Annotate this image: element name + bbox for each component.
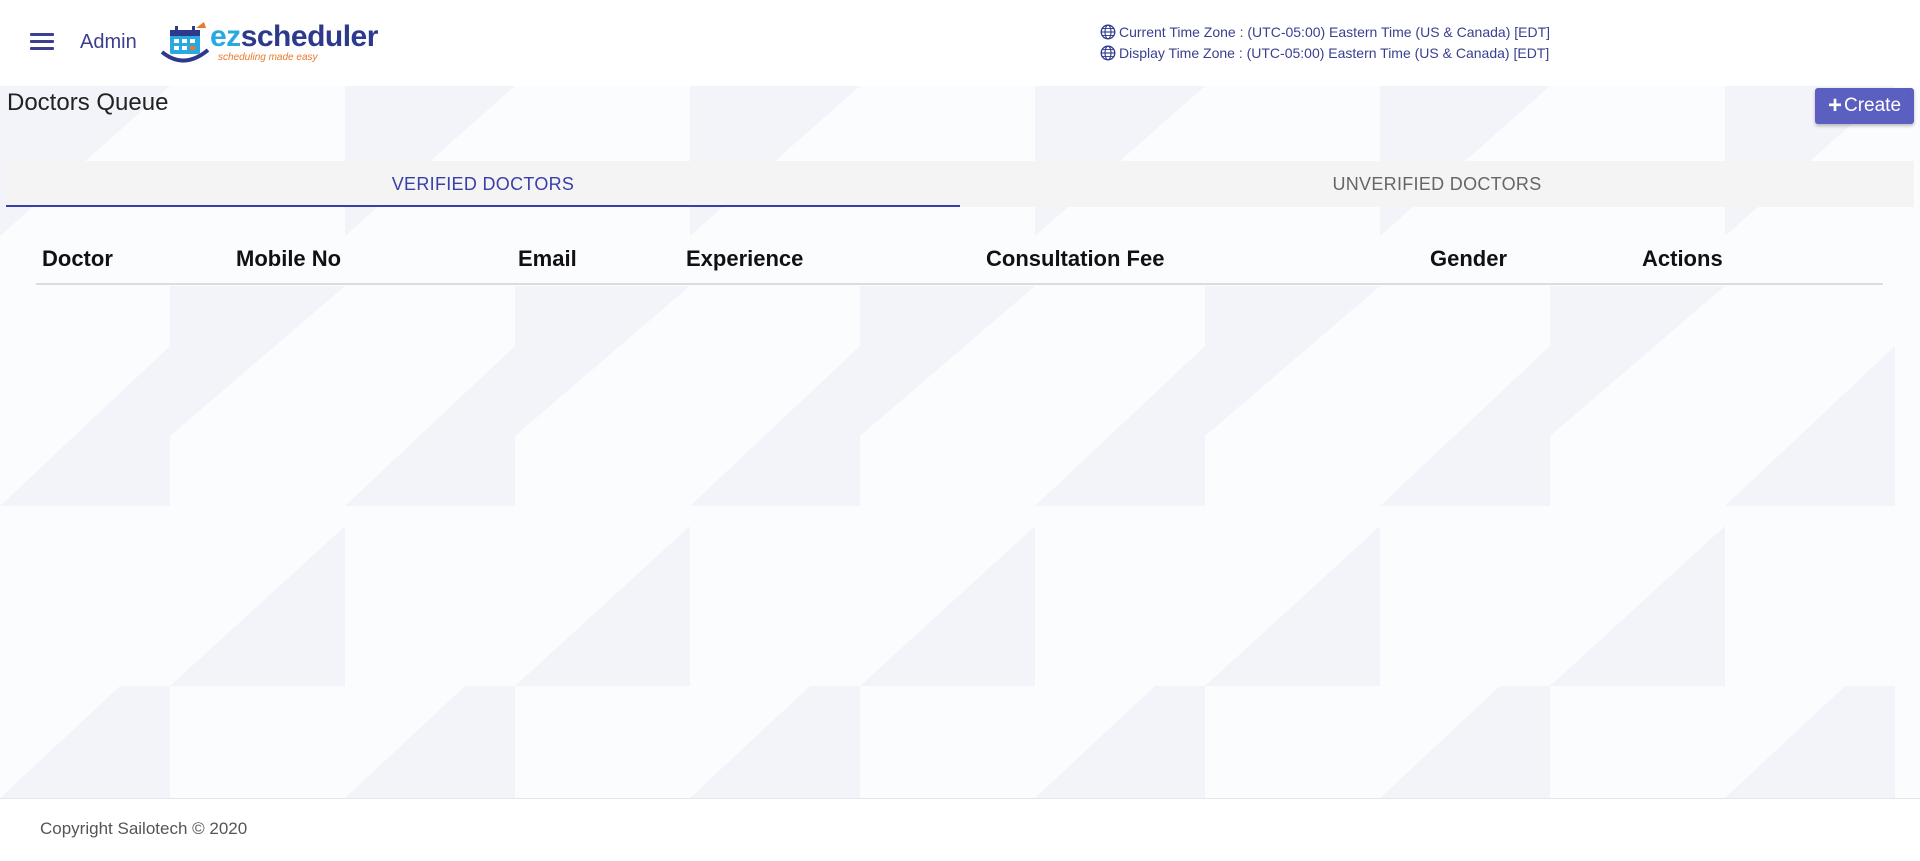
column-header-experience[interactable]: Experience — [686, 246, 803, 272]
column-header-consultation-fee[interactable]: Consultation Fee — [986, 246, 1164, 272]
page-title: Doctors Queue — [7, 89, 169, 116]
globe-icon — [1100, 24, 1116, 40]
calendar-logo-icon — [160, 22, 210, 63]
display-time-zone-text: Display Time Zone : (UTC-05:00) Eastern … — [1119, 45, 1550, 61]
display-time-zone: Display Time Zone : (UTC-05:00) Eastern … — [1100, 45, 1549, 61]
column-header-email[interactable]: Email — [518, 246, 577, 272]
logo-wordmark: ezscheduler — [210, 22, 378, 52]
user-role-label[interactable]: Admin — [80, 31, 137, 54]
copyright-text: Copyright Sailotech © 2020 — [40, 819, 248, 838]
footer: Copyright Sailotech © 2020 — [0, 798, 1920, 861]
ezscheduler-logo: ezscheduler scheduling made easy — [158, 18, 378, 68]
tab-unverified-doctors[interactable]: UNVERIFIED DOCTORS — [960, 161, 1914, 207]
column-header-gender[interactable]: Gender — [1430, 246, 1507, 272]
logo-wordmark-scheduler: scheduler — [240, 20, 379, 53]
logo-tagline: scheduling made easy — [218, 52, 318, 63]
hamburger-menu-icon[interactable] — [30, 33, 54, 51]
current-time-zone-text: Current Time Zone : (UTC-05:00) Eastern … — [1119, 24, 1551, 40]
logo-wordmark-ez: ez — [210, 20, 241, 53]
column-header-mobile-no[interactable]: Mobile No — [236, 246, 341, 272]
create-button[interactable]: + Create — [1815, 88, 1914, 124]
plus-icon: + — [1827, 92, 1842, 119]
column-header-actions: Actions — [1642, 246, 1723, 271]
doctors-table-header: Doctor Mobile No Email Experience Consul… — [36, 236, 1883, 285]
current-time-zone: Current Time Zone : (UTC-05:00) Eastern … — [1100, 24, 1550, 40]
column-header-doctor[interactable]: Doctor — [42, 246, 113, 272]
globe-icon — [1100, 45, 1116, 61]
tab-verified-doctors[interactable]: VERIFIED DOCTORS — [6, 161, 960, 207]
top-bar: Admin ezscheduler scheduling made easy C… — [0, 0, 1920, 86]
create-button-label: Create — [1843, 95, 1902, 116]
doctor-status-tabs: VERIFIED DOCTORS UNVERIFIED DOCTORS — [6, 161, 1914, 207]
